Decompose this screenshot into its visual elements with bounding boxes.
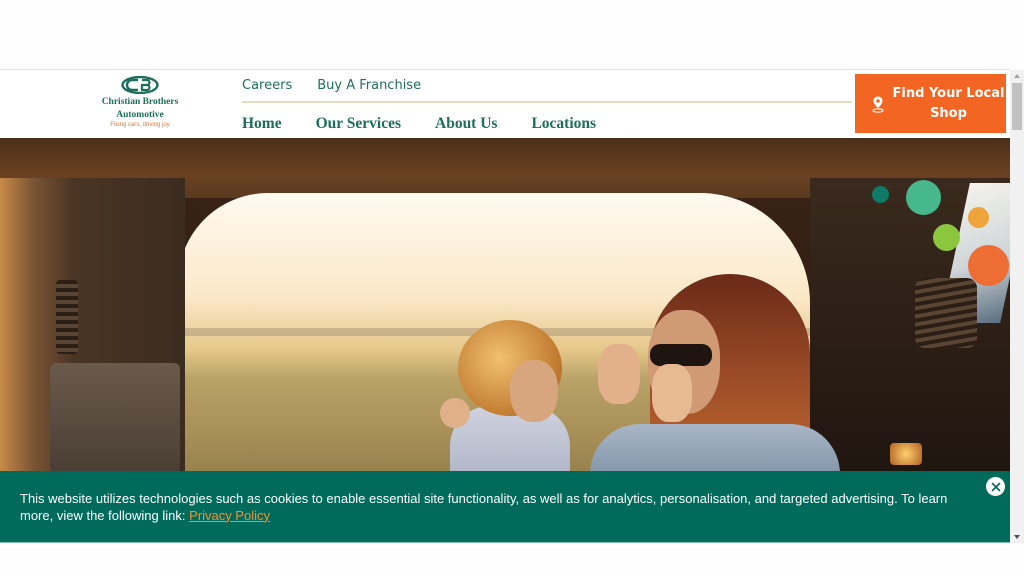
hero-image	[0, 138, 1010, 473]
find-local-shop-button[interactable]: Find Your Local Shop	[855, 74, 1006, 133]
page-viewport: Christian Brothers Automotive Fixing car…	[0, 70, 1010, 543]
browser-blank-area	[0, 0, 1024, 69]
site-header: Christian Brothers Automotive Fixing car…	[0, 70, 1010, 138]
close-icon	[991, 482, 1000, 491]
woman-hand-right	[652, 364, 692, 422]
main-nav-about-us[interactable]: About Us	[435, 115, 497, 133]
nav-divider	[242, 101, 852, 103]
scroll-up-button[interactable]	[1010, 70, 1024, 82]
hero-left-vent	[56, 280, 78, 354]
cookie-message-text: This website utilizes technologies such …	[20, 491, 948, 523]
cookie-banner: This website utilizes technologies such …	[0, 471, 1010, 543]
privacy-policy-link[interactable]: Privacy Policy	[189, 508, 270, 523]
main-nav-locations[interactable]: Locations	[531, 115, 596, 133]
woman-sunglasses	[650, 344, 712, 366]
main-nav-our-services[interactable]: Our Services	[316, 115, 401, 133]
decorative-dot	[906, 180, 941, 215]
browser-blank-area-bottom	[0, 543, 1024, 576]
hero-child	[440, 320, 580, 473]
hero-right-vent	[915, 278, 977, 348]
decorative-dot	[872, 186, 889, 203]
woman-hand-left	[598, 344, 640, 404]
child-hand	[440, 398, 470, 428]
logo-name-line1: Christian Brothers	[101, 97, 179, 107]
main-nav: Home Our Services About Us Locations	[242, 115, 596, 133]
scroll-down-arrow-icon	[1014, 535, 1020, 539]
logo[interactable]: Christian Brothers Automotive Fixing car…	[92, 76, 188, 132]
vertical-scrollbar[interactable]	[1010, 70, 1024, 543]
main-nav-home[interactable]: Home	[242, 115, 282, 133]
hero-trunk-light	[890, 443, 922, 465]
util-nav-careers[interactable]: Careers	[242, 78, 292, 93]
map-pin-icon	[872, 96, 884, 113]
util-nav-buy-a-franchise[interactable]: Buy A Franchise	[317, 78, 421, 93]
logo-mark-icon	[121, 76, 159, 94]
decorative-dot	[933, 224, 960, 251]
scroll-up-arrow-icon	[1014, 74, 1020, 78]
hero-woman	[590, 274, 850, 473]
hero-left-trim	[50, 363, 180, 473]
decorative-dot	[968, 245, 1009, 286]
scroll-thumb[interactable]	[1012, 83, 1022, 130]
cookie-message: This website utilizes technologies such …	[20, 491, 980, 524]
woman-body	[590, 424, 840, 473]
find-local-shop-label: Find Your Local Shop	[892, 85, 1005, 121]
decorative-dot	[968, 207, 989, 228]
cookie-close-button[interactable]	[986, 477, 1005, 496]
logo-tagline: Fixing cars, driving joy	[110, 122, 170, 128]
utility-nav: Careers Buy A Franchise	[242, 78, 421, 93]
child-face	[510, 360, 558, 422]
logo-name-line2: Automotive	[116, 110, 164, 120]
scroll-down-button[interactable]	[1010, 531, 1024, 543]
